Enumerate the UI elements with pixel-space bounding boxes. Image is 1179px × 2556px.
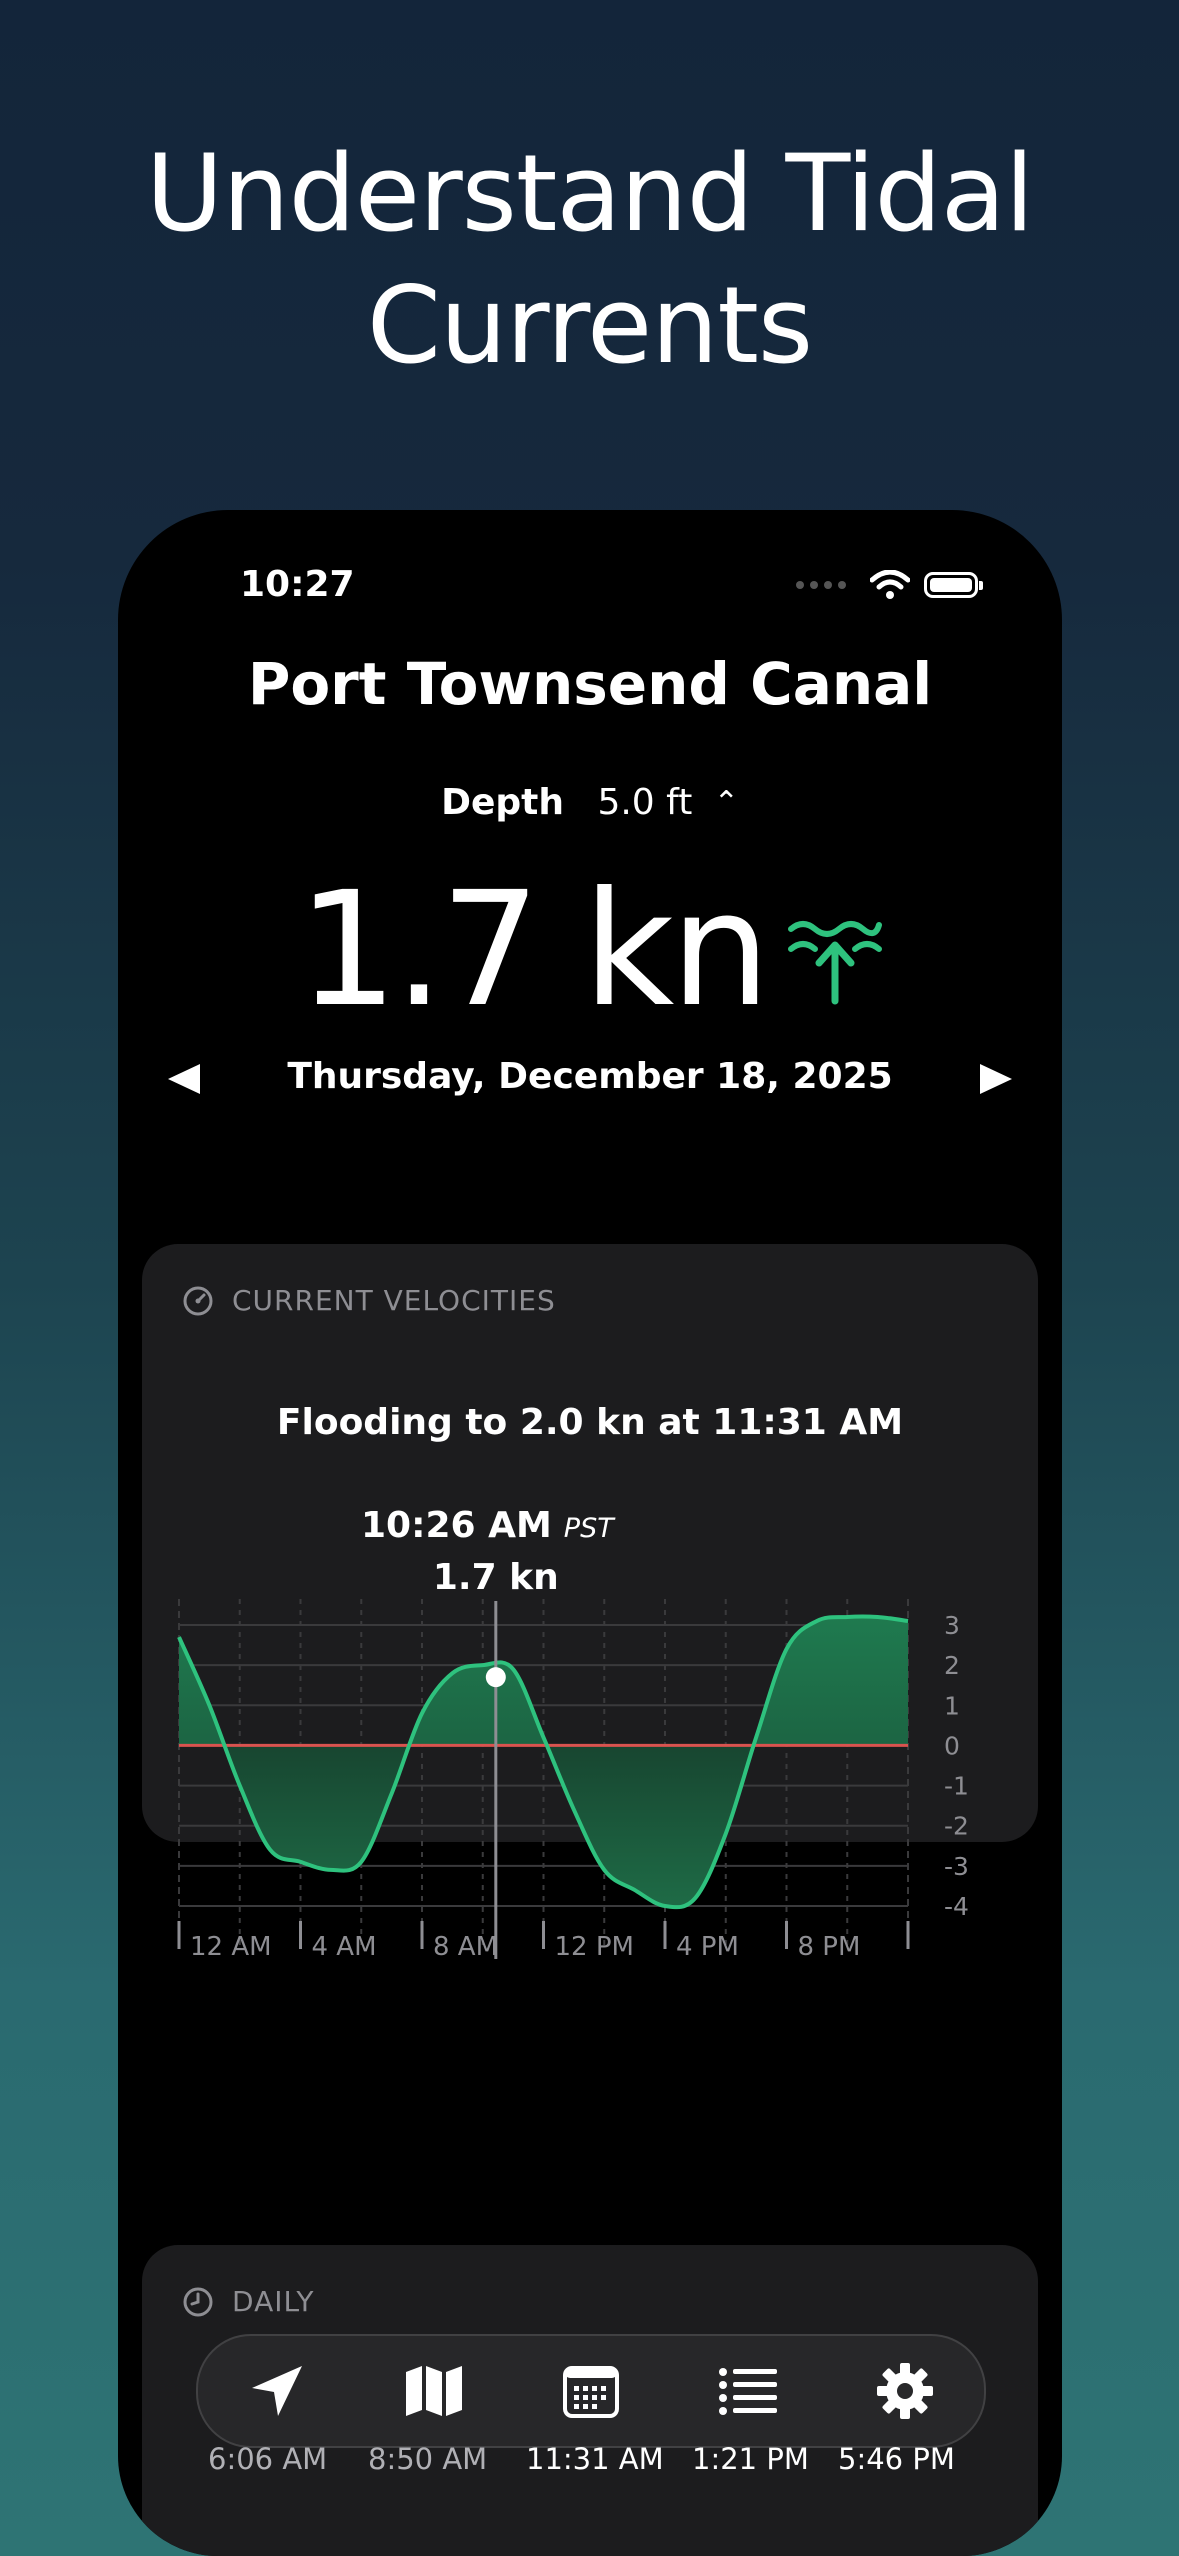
daily-time: 1:21 PM [692, 2442, 809, 2476]
map-icon [405, 2366, 462, 2416]
headline: Understand Tidal Currents [0, 128, 1179, 392]
cellular-icon [796, 581, 846, 589]
daily-time: 6:06 AM [208, 2442, 328, 2476]
phone-screen: 10:27 Port Townsend Canal Depth 5.0 ft ⌃… [118, 510, 1062, 2556]
x-tick-label: 4 PM [676, 1932, 739, 1962]
battery-icon [924, 572, 983, 598]
y-tick-label: -2 [944, 1812, 969, 1841]
y-tick-label: 2 [944, 1651, 960, 1680]
card-header: CURRENT VELOCITIES [182, 1284, 556, 1317]
daily-times-row: 6:06 AM 8:50 AM 11:31 AM 1:21 PM 5:46 PM [118, 2442, 1062, 2488]
depth-value: 5.0 ft [597, 782, 693, 823]
card-title: DAILY [232, 2285, 315, 2318]
y-tick-label: 3 [944, 1611, 960, 1640]
current-speed-row: 1.7 kn [118, 850, 1062, 1050]
cursor-point[interactable] [485, 1667, 506, 1688]
card-header: DAILY [182, 2285, 314, 2318]
tab-settings[interactable] [870, 2356, 940, 2426]
y-tick-label: -4 [944, 1892, 969, 1921]
cursor-value-label: 1.7 kn [433, 1557, 559, 1598]
y-tick-label: -3 [944, 1852, 969, 1881]
daily-time: 11:31 AM [526, 2442, 664, 2476]
daily-time: 8:50 AM [368, 2442, 488, 2476]
tab-calendar[interactable] [556, 2356, 626, 2426]
daily-time: 5:46 PM [838, 2442, 955, 2476]
status-time: 10:27 [240, 564, 355, 605]
next-day-button[interactable] [980, 1064, 1012, 1094]
status-icons [796, 570, 983, 600]
x-tick-label: 12 PM [555, 1932, 634, 1962]
gear-icon [877, 2363, 934, 2419]
flood-arrow-icon [787, 921, 882, 1005]
tab-list[interactable] [713, 2356, 783, 2426]
y-tick-label: 1 [944, 1691, 960, 1720]
headline-line-2: Currents [366, 264, 813, 387]
tab-bar [196, 2334, 986, 2448]
card-title: CURRENT VELOCITIES [232, 1284, 556, 1317]
chevron-updown-icon: ⌃ [713, 785, 739, 820]
cursor-timezone-label: PST [564, 1513, 616, 1544]
x-tick-label: 8 AM [433, 1932, 498, 1962]
x-tick-label: 8 PM [798, 1932, 861, 1962]
wifi-icon [870, 570, 910, 599]
y-tick-label: 0 [944, 1731, 960, 1760]
gauge-icon [183, 1286, 213, 1315]
list-icon [719, 2368, 778, 2415]
current-velocities-card: CURRENT VELOCITIES Flooding to 2.0 kn at… [142, 1244, 1038, 1962]
station-title: Port Townsend Canal [247, 650, 933, 718]
tab-map[interactable] [399, 2356, 469, 2426]
cursor-time-label: 10:26 AM [361, 1505, 552, 1546]
location-arrow-icon [251, 2366, 302, 2416]
current-velocity-chart[interactable]: 10:26 AM PST 1.7 kn 3 2 1 0 -1 -2 -3 -4 12 AM 4 … [142, 1499, 1038, 2079]
current-speed-value: 1.7 kn [297, 858, 770, 1042]
clock-icon [183, 2287, 213, 2316]
y-tick-label: -1 [944, 1772, 969, 1801]
headline-line-1: Understand Tidal [145, 132, 1034, 255]
depth-selector[interactable]: Depth 5.0 ft ⌃ [118, 782, 1062, 823]
depth-label: Depth [441, 782, 564, 823]
tab-location[interactable] [242, 2356, 312, 2426]
date-navigator: Thursday, December 18, 2025 [118, 1048, 1062, 1108]
x-tick-label: 4 AM [312, 1932, 377, 1962]
x-tick-label: 12 AM [190, 1932, 272, 1962]
calendar-icon [562, 2366, 619, 2418]
velocity-summary: Flooding to 2.0 kn at 11:31 AM [276, 1402, 904, 1443]
date-label: Thursday, December 18, 2025 [287, 1056, 893, 1097]
